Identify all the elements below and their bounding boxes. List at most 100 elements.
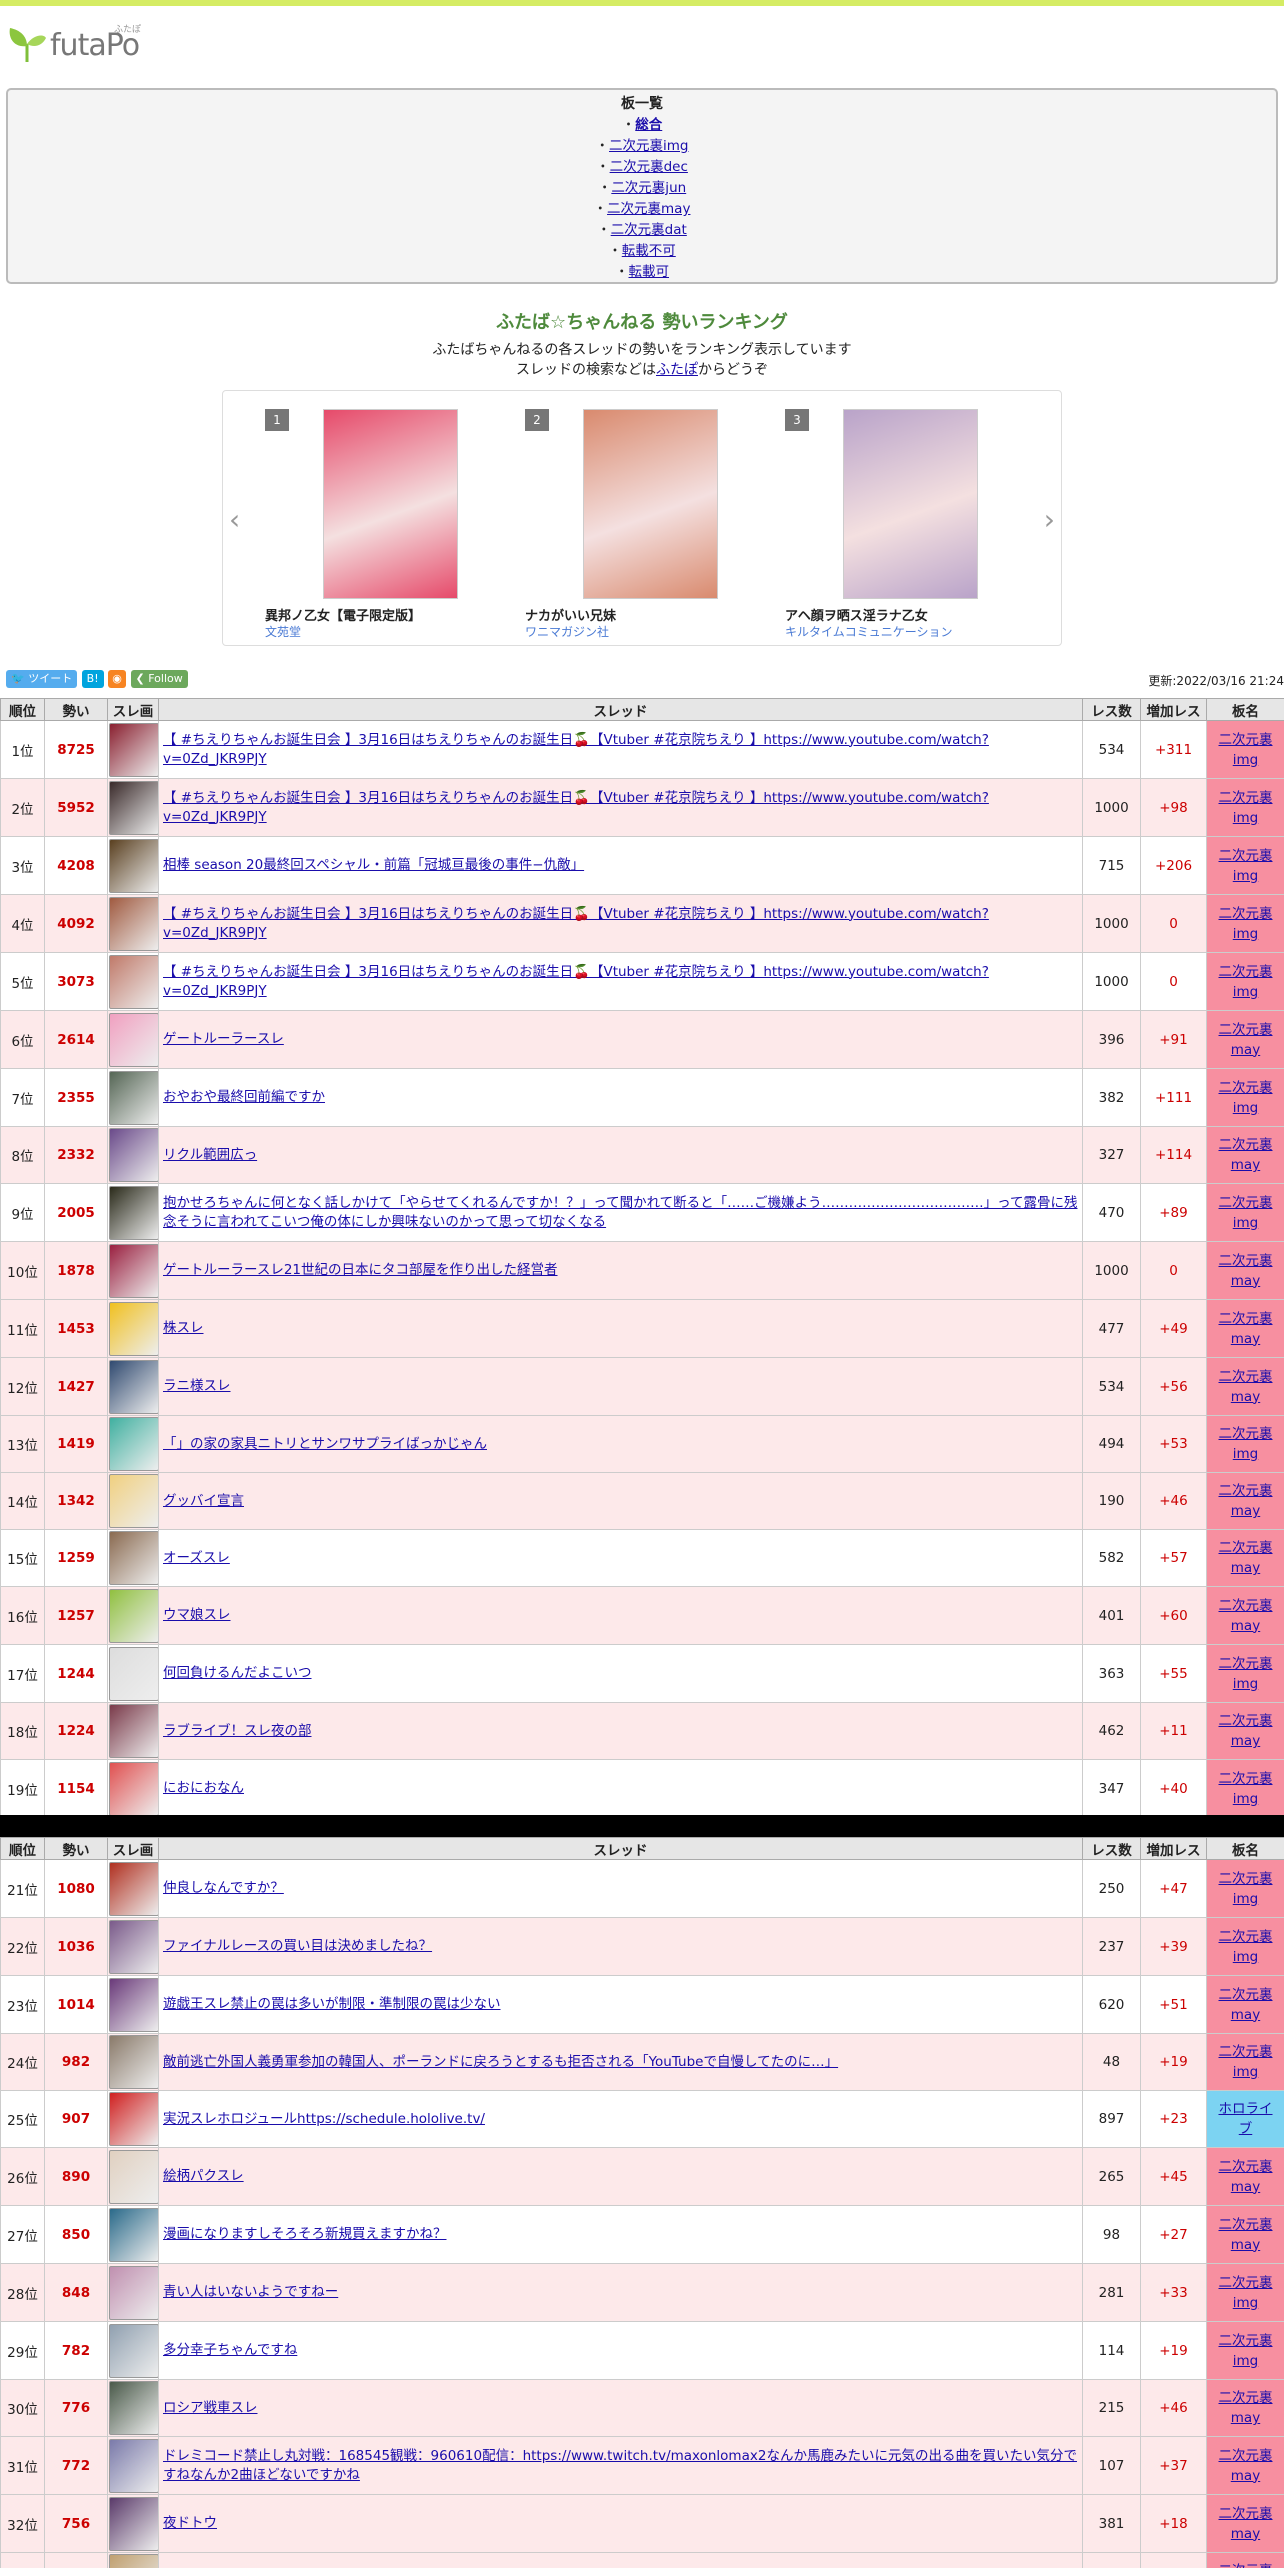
board-name-link[interactable]: 二次元裏 img	[1219, 1871, 1273, 1907]
board-link[interactable]: 転載不可	[622, 243, 676, 259]
thread-thumbnail[interactable]	[109, 1070, 159, 1125]
thread-link[interactable]: ファイナルレースの買い目は決めましたね？	[163, 1938, 432, 1954]
thread-link[interactable]: 多分幸子ちゃんですね	[163, 2342, 297, 2358]
board-name-link[interactable]: 二次元裏 img	[1219, 2333, 1273, 2369]
thread-thumbnail[interactable]	[109, 780, 159, 835]
thread-link[interactable]: 遊戯王スレ禁止の罠は多いが制限・準制限の罠は少ない	[163, 1996, 501, 2012]
book-cover-image[interactable]	[323, 409, 458, 599]
thread-thumbnail[interactable]	[109, 1301, 159, 1356]
board-name-link[interactable]: 二次元裏 img	[1219, 1080, 1273, 1116]
board-name-link[interactable]: 二次元裏may	[1219, 1987, 1273, 2023]
thread-link[interactable]: 仲良しなんですか？	[163, 1880, 284, 1896]
carousel-item[interactable]: 1 異邦ノ乙女【電子限定版】 文苑堂	[233, 399, 473, 639]
board-name-link[interactable]: ホロライブ	[1219, 2101, 1273, 2137]
thread-link[interactable]: リクル範囲広っ	[163, 1147, 257, 1163]
carousel-next-icon[interactable]: ›	[1044, 503, 1055, 536]
carousel-item[interactable]: 3 アヘ顔ヲ晒ス淫ラナ乙女 キルタイムコミュニケーション	[753, 399, 993, 639]
thread-thumbnail[interactable]	[109, 1977, 159, 2032]
thread-thumbnail[interactable]	[109, 2035, 159, 2089]
thread-thumbnail[interactable]	[109, 1243, 159, 1298]
board-name-link[interactable]: 二次元裏may	[1219, 1540, 1273, 1576]
thread-link[interactable]: 何回負けるんだよこいつ	[163, 1665, 312, 1681]
thread-thumbnail[interactable]	[109, 954, 159, 1009]
board-name-link[interactable]: 二次元裏 img	[1219, 1426, 1273, 1462]
board-name-link[interactable]: 二次元裏 img	[1219, 1929, 1273, 1965]
board-name-link[interactable]: 二次元裏 img	[1219, 790, 1273, 826]
board-name-link[interactable]: 二次元裏may	[1219, 2448, 1273, 2484]
thread-link[interactable]: ロシア戦車スレ	[163, 2400, 258, 2416]
thread-thumbnail[interactable]	[109, 2092, 159, 2146]
board-name-link[interactable]: 二次元裏 img	[1219, 732, 1273, 768]
thread-link[interactable]: 絵柄パクスレ	[163, 2168, 244, 2184]
thread-thumbnail[interactable]	[109, 2149, 159, 2204]
thread-thumbnail[interactable]	[109, 2381, 159, 2435]
thread-link[interactable]: ラニ様スレ	[163, 1378, 231, 1394]
site-logo[interactable]: futaPo ふたぽ	[6, 22, 156, 66]
thread-thumbnail[interactable]	[109, 1919, 159, 1974]
thread-link[interactable]: ラブライブ！スレ夜の部	[163, 1723, 312, 1739]
thread-link[interactable]: におにおなん	[163, 1780, 244, 1796]
board-name-link[interactable]: 二次元裏may	[1219, 1713, 1273, 1749]
thread-link[interactable]: 【 #ちえりちゃんお誕生日会 】3月16日はちえりちゃんのお誕生日🍒【Vtube…	[163, 906, 989, 941]
board-link[interactable]: 二次元裏may	[607, 201, 690, 217]
thread-link[interactable]: ドレミコード禁止し丸対戦：168545観戦：960610配信：https://w…	[163, 2448, 1077, 2483]
board-name-link[interactable]: 二次元裏may	[1219, 1598, 1273, 1634]
futapo-link[interactable]: ふたぽ	[656, 362, 698, 378]
board-name-link[interactable]: 二次元裏 img	[1219, 1656, 1273, 1692]
thread-thumbnail[interactable]	[109, 1359, 159, 1414]
thread-thumbnail[interactable]	[109, 1012, 159, 1067]
thread-link[interactable]: 実況スレホロジュールhttps://schedule.hololive.tv/	[163, 2111, 485, 2127]
board-name-link[interactable]: 二次元裏 img	[1219, 964, 1273, 1000]
thread-thumbnail[interactable]	[109, 1474, 159, 1528]
thread-thumbnail[interactable]	[109, 2496, 159, 2551]
rss-icon[interactable]: ◉	[108, 670, 127, 688]
board-name-link[interactable]: 二次元裏 img	[1219, 906, 1273, 942]
board-name-link[interactable]: 二次元裏may	[1219, 1311, 1273, 1347]
board-name-link[interactable]: 二次元裏may	[1219, 1137, 1273, 1173]
tweet-button[interactable]: 🐦 ツイート	[6, 670, 78, 688]
thread-thumbnail[interactable]	[109, 2554, 159, 2568]
board-name-link[interactable]: 二次元裏may	[1219, 2217, 1273, 2253]
thread-link[interactable]: ゲートルーラースレ	[163, 1031, 284, 1047]
thread-thumbnail[interactable]	[109, 722, 159, 777]
thread-link[interactable]: 「」の家の家具ニトリとサンワサプライばっかじゃん	[163, 1436, 487, 1452]
thread-thumbnail[interactable]	[109, 2207, 159, 2262]
board-name-link[interactable]: 二次元裏may	[1219, 2563, 1273, 2568]
thread-thumbnail[interactable]	[109, 1185, 159, 1240]
thread-link[interactable]: ゲートルーラースレ21世紀の日本にタコ部屋を作り出した経営者	[163, 1262, 558, 1278]
board-name-link[interactable]: 二次元裏 img	[1219, 1771, 1273, 1807]
thread-thumbnail[interactable]	[109, 1646, 159, 1701]
thread-link[interactable]: 夜ドトウ	[163, 2515, 217, 2531]
thread-link[interactable]: 敵前逃亡外国人義勇軍参加の韓国人、ポーランドに戻ろうとするも拒否される「YouT…	[163, 2054, 838, 2070]
thread-thumbnail[interactable]	[109, 838, 159, 893]
carousel-item[interactable]: 2 ナカがいい兄妹 ワニマガジン社	[493, 399, 733, 639]
board-name-link[interactable]: 二次元裏 img	[1219, 2044, 1273, 2080]
follow-button[interactable]: ❮ Follow	[130, 670, 188, 688]
hatena-button[interactable]: B!	[81, 670, 104, 688]
board-name-link[interactable]: 二次元裏 img	[1219, 2275, 1273, 2311]
thread-link[interactable]: 【 #ちえりちゃんお誕生日会 】3月16日はちえりちゃんのお誕生日🍒【Vtube…	[163, 964, 989, 999]
thread-thumbnail[interactable]	[109, 2265, 159, 2320]
thread-thumbnail[interactable]	[109, 1531, 159, 1585]
thread-link[interactable]: 【 #ちえりちゃんお誕生日会 】3月16日はちえりちゃんのお誕生日🍒【Vtube…	[163, 790, 989, 825]
thread-thumbnail[interactable]	[109, 1761, 159, 1816]
board-name-link[interactable]: 二次元裏may	[1219, 2506, 1273, 2542]
thread-thumbnail[interactable]	[109, 2438, 159, 2493]
thread-link[interactable]: 抱かせろちゃんに何となく話しかけて「やらせてくれるんですか！？」って聞かれて断る…	[163, 1195, 1078, 1230]
board-name-link[interactable]: 二次元裏may	[1219, 2390, 1273, 2426]
board-link[interactable]: 二次元裏img	[609, 138, 688, 154]
board-link[interactable]: 総合	[635, 117, 662, 133]
book-cover-image[interactable]	[583, 409, 718, 599]
board-name-link[interactable]: 二次元裏 img	[1219, 1195, 1273, 1231]
book-cover-image[interactable]	[843, 409, 978, 599]
board-link[interactable]: 二次元裏dec	[610, 159, 688, 175]
thread-link[interactable]: 青い人はいないようですねー	[163, 2284, 338, 2300]
thread-link[interactable]: 【 #ちえりちゃんお誕生日会 】3月16日はちえりちゃんのお誕生日🍒【Vtube…	[163, 732, 989, 767]
thread-link[interactable]: おやおや最終回前編ですか	[163, 1089, 325, 1105]
thread-link[interactable]: 相棒 season 20最終回スペシャル・前篇「冠城亘最後の事件−仇敵」	[163, 857, 584, 873]
board-link[interactable]: 転載可	[629, 264, 670, 280]
thread-link[interactable]: グッバイ宣言	[163, 1493, 244, 1509]
thread-thumbnail[interactable]	[109, 1128, 159, 1182]
thread-thumbnail[interactable]	[109, 1417, 159, 1471]
thread-thumbnail[interactable]	[109, 2323, 159, 2378]
